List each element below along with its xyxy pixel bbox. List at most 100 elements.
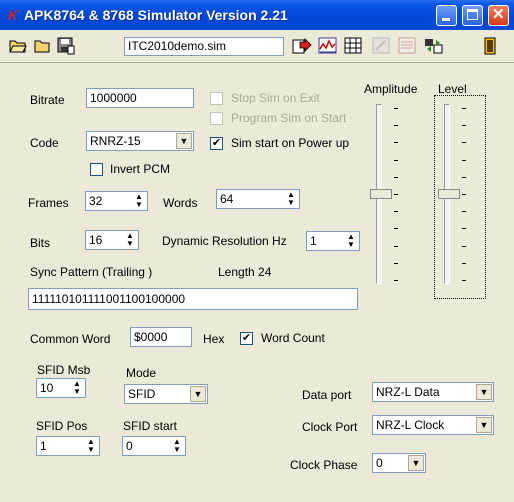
code-value: RNRZ-15 (90, 134, 141, 148)
bits-spinner[interactable]: 16 ▲ ▼ (85, 230, 139, 250)
slider-tick (394, 245, 398, 247)
word-count-checkbox[interactable]: ✔ (240, 332, 253, 345)
common-word-input[interactable]: $0000 (130, 327, 192, 347)
dynamic-resolution-label: Dynamic Resolution Hz (162, 234, 287, 248)
table-disabled-icon (398, 37, 416, 54)
sfid-start-spinner[interactable]: 0 ▲ ▼ (122, 436, 186, 456)
sync-pattern-label: Sync Pattern (Trailing ) (30, 265, 153, 279)
save-button[interactable] (56, 37, 76, 57)
sfid-msb-spinner[interactable]: 10 ▲ ▼ (36, 378, 86, 398)
frames-label: Frames (28, 196, 69, 210)
checkmark-icon: ✔ (241, 332, 252, 344)
close-button[interactable]: ✕ (488, 5, 509, 26)
sync-pattern-input[interactable]: 111110101111001100100000 (28, 288, 358, 310)
words-value: 64 (220, 192, 234, 206)
swap-button[interactable] (424, 37, 444, 57)
slider-tick (462, 245, 466, 247)
spin-arrows-icon[interactable]: ▲ ▼ (132, 193, 146, 209)
invert-pcm-label: Invert PCM (110, 162, 171, 176)
slider-thumb[interactable] (438, 189, 460, 199)
spin-arrows-icon[interactable]: ▲ ▼ (344, 233, 358, 249)
slider-tick (462, 159, 466, 161)
frames-value: 32 (89, 194, 103, 208)
app-logo: K (8, 7, 18, 23)
edit-button (372, 37, 392, 57)
slider-tick (462, 211, 466, 213)
stop-sim-on-exit-checkbox[interactable] (210, 92, 223, 105)
slider-tick (394, 194, 398, 195)
chevron-down-icon[interactable]: ▼ (476, 417, 492, 433)
table-button (398, 37, 418, 57)
spin-arrows-icon[interactable]: ▲ ▼ (284, 191, 298, 207)
spin-arrows-icon[interactable]: ▲ ▼ (123, 232, 137, 248)
maximize-button[interactable] (462, 5, 483, 26)
file-name-field[interactable]: ITC2010demo.sim (124, 37, 284, 56)
bitrate-label: Bitrate (30, 93, 65, 107)
level-slider[interactable] (438, 100, 478, 290)
common-word-label: Common Word (30, 332, 111, 346)
dynamic-resolution-value: 1 (310, 234, 317, 248)
exit-door-icon (484, 37, 496, 55)
folder-icon (34, 40, 50, 53)
dynamic-resolution-spinner[interactable]: 1 ▲ ▼ (306, 231, 360, 251)
chevron-down-icon[interactable]: ▼ (476, 384, 492, 400)
clock-phase-value: 0 (376, 456, 383, 470)
slider-tick (462, 280, 466, 281)
clock-port-label: Clock Port (302, 420, 358, 434)
close-icon: ✕ (492, 6, 505, 23)
code-select[interactable]: RNRZ-15 ▼ (86, 131, 194, 151)
amplitude-label: Amplitude (364, 82, 418, 96)
mode-label: Mode (126, 366, 157, 380)
sfid-msb-label: SFID Msb (37, 363, 91, 377)
bits-label: Bits (30, 236, 51, 250)
slider-tick (394, 176, 398, 178)
data-port-select[interactable]: NRZ-L Data ▼ (372, 382, 494, 402)
slider-tick (394, 125, 398, 127)
sim-start-on-power-up-checkbox[interactable]: ✔ (210, 137, 223, 150)
stop-sim-on-exit-label: Stop Sim on Exit (231, 91, 320, 105)
slider-tick (394, 280, 398, 281)
new-folder-button[interactable] (32, 37, 52, 57)
swap-icon (425, 39, 443, 54)
clock-phase-select[interactable]: 0 ▼ (372, 453, 426, 473)
clock-port-select[interactable]: NRZ-L Clock ▼ (372, 415, 494, 435)
data-port-value: NRZ-L Data (376, 385, 440, 399)
load-button[interactable] (292, 37, 312, 57)
open-folder-button[interactable] (8, 37, 28, 57)
load-arrow-icon (292, 38, 312, 54)
open-folder-icon (9, 40, 27, 53)
slider-tick (462, 142, 466, 144)
grid-button[interactable] (344, 37, 364, 57)
spin-arrows-icon[interactable]: ▲ ▼ (84, 438, 98, 454)
spin-arrows-icon[interactable]: ▲ ▼ (70, 380, 84, 396)
sync-length-label: Length 24 (218, 265, 272, 279)
invert-pcm-checkbox[interactable] (90, 163, 103, 176)
data-port-label: Data port (302, 388, 352, 402)
mode-select[interactable]: SFID ▼ (124, 384, 208, 404)
sfid-pos-label: SFID Pos (36, 419, 88, 433)
slider-tick (394, 211, 398, 213)
minimize-button[interactable] (436, 5, 457, 26)
waveform-button[interactable] (318, 37, 338, 57)
exit-button[interactable] (480, 37, 500, 57)
program-sim-on-start-label: Program Sim on Start (231, 111, 347, 125)
title-bar[interactable]: K APK8764 & 8768 Simulator Version 2.21 … (0, 0, 514, 30)
frames-spinner[interactable]: 32 ▲ ▼ (85, 191, 148, 211)
slider-thumb[interactable] (370, 189, 392, 199)
sfid-msb-value: 10 (40, 381, 54, 395)
save-disk-icon (57, 37, 75, 55)
slider-tick (394, 108, 398, 109)
window-title: APK8764 & 8768 Simulator Version 2.21 (24, 7, 288, 23)
slider-tick (462, 228, 466, 230)
sfid-pos-spinner[interactable]: 1 ▲ ▼ (36, 436, 100, 456)
words-spinner[interactable]: 64 ▲ ▼ (216, 189, 300, 209)
slider-tick (462, 125, 466, 127)
chevron-down-icon[interactable]: ▼ (408, 455, 424, 471)
spin-arrows-icon[interactable]: ▲ ▼ (170, 438, 184, 454)
chevron-down-icon[interactable]: ▼ (190, 386, 206, 402)
slider-tick (462, 176, 466, 178)
amplitude-slider[interactable] (370, 100, 410, 290)
program-sim-on-start-checkbox[interactable] (210, 112, 223, 125)
bitrate-input[interactable]: 1000000 (86, 88, 194, 108)
chevron-down-icon[interactable]: ▼ (176, 133, 192, 149)
